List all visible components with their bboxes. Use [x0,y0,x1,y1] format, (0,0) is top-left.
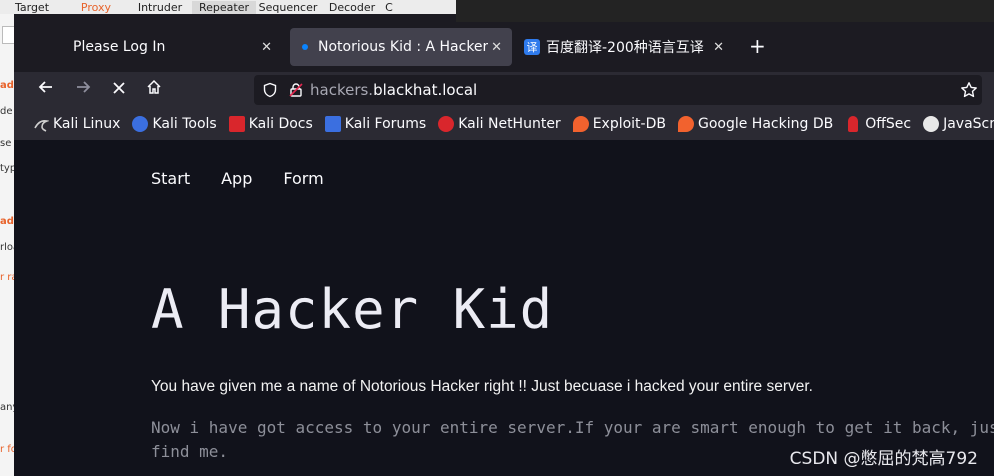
bookmark-label: Kali NetHunter [458,116,561,132]
navigation-toolbar: hackers.blackhat.local [14,72,994,108]
new-tab-button[interactable]: + [749,34,766,58]
burp-tab-comparer[interactable]: C [384,1,394,14]
bookmark-kali-linux[interactable]: Kali Linux [33,116,120,132]
forward-button[interactable] [72,79,94,101]
bookmark-label: Kali Forums [344,116,427,132]
site-nav: Start App Form [151,169,355,188]
burp-tab-sequencer[interactable]: Sequencer [256,1,320,14]
bookmark-offsec[interactable]: OffSec [845,116,911,132]
page-heading: A Hacker Kid [151,278,554,341]
close-icon[interactable]: ✕ [261,40,272,55]
kali-forums-icon [324,116,341,132]
burp-tab-proxy[interactable]: Proxy [64,1,128,14]
back-arrow-icon [38,81,52,93]
bookmark-label: Kali Linux [53,116,121,132]
url-domain: blackhat.local [373,81,478,99]
bookmark-label: Google Hacking DB [697,116,834,132]
page-content: Start App Form A Hacker Kid You have giv… [14,140,994,476]
baidu-translate-icon: 译 [524,39,540,55]
home-icon [147,79,161,94]
burp-side-fragment: ad [0,216,14,227]
stop-loading-button[interactable] [108,79,130,101]
url-bar[interactable]: hackers.blackhat.local [254,75,982,105]
offsec-icon [848,116,859,132]
shield-icon[interactable] [262,82,278,98]
bookmark-label: OffSec [865,116,912,132]
burp-side-fragment: r ra [0,272,14,283]
bookmark-kali-nethunter[interactable]: Kali NetHunter [438,116,561,132]
tab-title: Notorious Kid : A Hacker [318,39,489,55]
burp-tab-bar: Target Proxy Intruder Repeater Sequencer… [0,0,456,14]
burp-side-fragment: ad [0,80,14,91]
bookmark-javascript-beautifier[interactable]: JavaScript Be [923,116,994,132]
nav-link-form[interactable]: Form [283,169,323,188]
burp-side-fragment: de [0,106,13,117]
bookmark-label: Exploit-DB [592,116,666,132]
close-icon[interactable]: ✕ [713,40,724,55]
close-icon[interactable]: ✕ [491,40,502,55]
burp-side-checkbox[interactable] [2,26,14,44]
kali-dragon-icon [33,116,51,132]
nethunter-icon [438,116,455,132]
url-text[interactable]: hackers.blackhat.local [310,81,477,99]
browser-window: Please Log In ✕ Notorious Kid : A Hacker… [14,22,994,476]
bookmark-label: Kali Docs [248,116,313,132]
js-chef-icon [923,116,940,132]
loading-dot-icon [302,44,308,50]
bookmark-google-hacking-db[interactable]: Google Hacking DB [677,116,834,132]
burp-side-fragment: se [0,138,12,149]
exploitdb-icon [572,116,589,132]
tab-title: Please Log In [73,39,166,55]
burp-side-fragment: r fo [0,444,14,455]
burp-side-panel: ad de se typ ad rloa r ra any r fo [0,14,14,476]
ghdb-icon [677,116,694,132]
home-button[interactable] [143,79,165,101]
burp-tab-target[interactable]: Target [0,1,64,14]
bookmark-exploit-db[interactable]: Exploit-DB [572,116,666,132]
intro-paragraph: You have given me a name of Notorious Ha… [151,378,813,395]
burp-side-fragment: typ [0,163,14,174]
nav-link-app[interactable]: App [221,169,252,188]
bookmarks-toolbar: Kali Linux Kali Tools Kali Docs Kali For… [14,108,994,140]
bookmark-label: Kali Tools [152,116,217,132]
bookmark-label: JavaScript Be [943,116,994,132]
tab-notorious-kid[interactable]: Notorious Kid : A Hacker ✕ [290,28,512,66]
tab-title: 百度翻译-200种语言互译 [546,40,704,56]
burp-dark-panel [456,0,994,22]
burp-tab-repeater[interactable]: Repeater [192,0,256,14]
url-subdomain: hackers. [310,81,374,99]
tab-strip: Please Log In ✕ Notorious Kid : A Hacker… [14,22,994,72]
kali-docs-icon [228,116,245,132]
burp-side-fragment: rloa [0,242,14,253]
burp-side-fragment: any [0,402,14,413]
tab-please-log-in[interactable]: Please Log In ✕ [52,28,282,66]
tab-baidu-translate[interactable]: 译 百度翻译-200种语言互译 ✕ [516,28,734,66]
bookmark-kali-docs[interactable]: Kali Docs [228,116,313,132]
bookmark-kali-forums[interactable]: Kali Forums [324,116,427,132]
kali-tools-icon [132,116,149,132]
back-button[interactable] [35,79,57,101]
forward-arrow-icon [77,81,91,93]
burp-tab-intruder[interactable]: Intruder [128,1,192,14]
burp-tab-decoder[interactable]: Decoder [320,1,384,14]
close-x-icon [113,82,125,94]
bookmark-kali-tools[interactable]: Kali Tools [132,116,217,132]
nav-link-start[interactable]: Start [151,169,190,188]
csdn-watermark: CSDN @憋屈的梵高792 [789,449,978,469]
insecure-lock-icon[interactable] [288,82,304,98]
bookmark-star-icon[interactable] [960,81,977,98]
